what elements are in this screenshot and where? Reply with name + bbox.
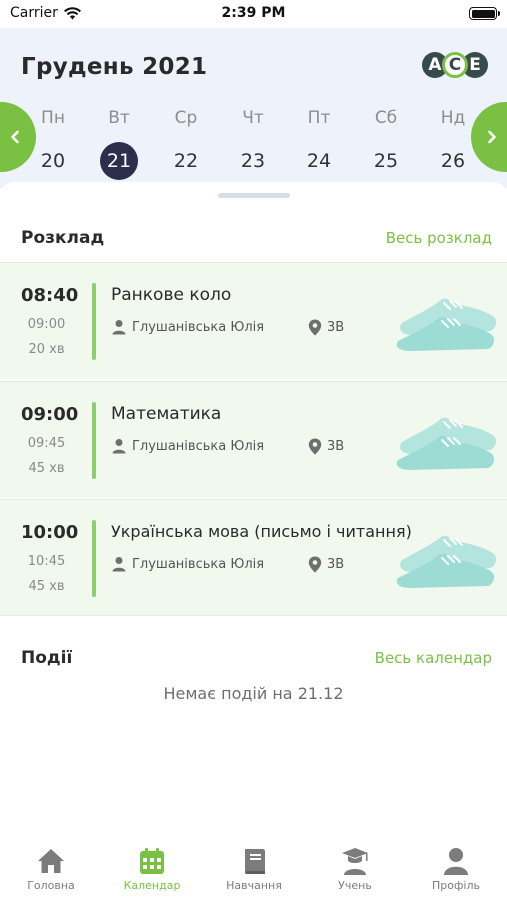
tab-label: Головна	[27, 879, 75, 892]
day-name: Ср	[174, 108, 198, 128]
day-sat[interactable]: Сб 25	[353, 106, 419, 180]
schedule-header: Розклад Весь розклад	[21, 228, 492, 248]
person-icon	[112, 439, 126, 454]
day-date: 24	[306, 150, 332, 172]
tab-profile[interactable]: Профіль	[411, 846, 501, 892]
events-title: Події	[21, 648, 73, 668]
lesson-room: 3В	[308, 556, 344, 573]
tab-home[interactable]: Головна	[6, 846, 96, 892]
month-title: Грудень 2021	[21, 54, 208, 80]
lesson-room: 3В	[308, 319, 344, 336]
day-sun[interactable]: Нд 26	[420, 106, 486, 180]
status-time: 2:39 PM	[221, 5, 286, 21]
calendar-icon	[140, 848, 164, 874]
room-name: 3В	[327, 557, 345, 572]
day-date: 25	[373, 150, 399, 172]
day-name: Пт	[307, 108, 331, 128]
lesson-teacher: Глушанівська Юлія	[111, 556, 264, 572]
profile-icon	[444, 848, 468, 875]
teacher-name: Глушанівська Юлія	[132, 319, 265, 335]
lesson-start: 09:00	[21, 404, 79, 425]
person-icon	[112, 557, 126, 572]
lesson-start: 08:40	[21, 285, 79, 306]
tab-bar: Головна Календар Навчання Учень Профіль	[0, 838, 507, 900]
day-tue[interactable]: Вт 21	[86, 106, 152, 180]
student-icon	[342, 848, 368, 875]
location-pin-icon	[308, 556, 322, 573]
sneakers-icon	[396, 417, 497, 470]
week-strip: Пн 20 Вт 21 Ср 22 Чт 23 Пт 24 Сб 25 Нд 2…	[20, 106, 487, 180]
tab-student[interactable]: Учень	[310, 846, 400, 892]
events-header: Події Весь календар	[21, 648, 492, 668]
tab-label: Профіль	[432, 879, 480, 892]
lesson-divider	[92, 402, 96, 479]
tab-calendar[interactable]: Календар	[107, 846, 197, 892]
person-icon	[112, 320, 126, 335]
all-schedule-link[interactable]: Весь розклад	[386, 229, 492, 247]
battery-icon	[469, 7, 500, 20]
location-pin-icon	[308, 319, 322, 336]
home-icon	[38, 849, 64, 873]
day-date: 23	[240, 150, 266, 172]
room-name: 3В	[327, 320, 345, 335]
tab-label: Навчання	[226, 879, 282, 892]
day-name: Вт	[108, 108, 130, 128]
day-date: 26	[440, 150, 466, 172]
status-bar: Carrier 2:39 PM	[0, 0, 507, 28]
day-wed[interactable]: Ср 22	[153, 106, 219, 180]
lesson-room: 3В	[308, 438, 344, 455]
tab-label: Календар	[123, 879, 181, 892]
lesson-subject: Українська мова (письмо і читання)	[111, 522, 412, 541]
day-date-selected: 21	[100, 142, 138, 180]
lesson-duration: 45 хв	[28, 461, 65, 476]
ace-logo: A C E	[422, 50, 488, 80]
lesson-card[interactable]: 09:00 09:45 45 хв Математика Глушанівськ…	[0, 381, 507, 498]
teacher-name: Глушанівська Юлія	[132, 556, 265, 572]
day-fri[interactable]: Пт 24	[286, 106, 352, 180]
lesson-divider	[92, 520, 96, 597]
tab-learning[interactable]: Навчання	[209, 846, 299, 892]
room-name: 3В	[327, 439, 345, 454]
day-date: 22	[173, 150, 199, 172]
day-name: Чт	[242, 108, 264, 128]
all-calendar-link[interactable]: Весь календар	[375, 649, 492, 667]
sneakers-icon	[396, 298, 497, 351]
day-thu[interactable]: Чт 23	[220, 106, 286, 180]
day-date: 20	[40, 150, 66, 172]
lesson-end: 09:45	[27, 436, 66, 451]
chevron-right-icon	[488, 130, 496, 144]
day-name: Сб	[374, 108, 398, 128]
lesson-end: 09:00	[27, 317, 66, 332]
location-pin-icon	[308, 438, 322, 455]
lesson-teacher: Глушанівська Юлія	[111, 319, 264, 335]
day-name: Нд	[440, 108, 466, 128]
lesson-subject: Математика	[111, 404, 222, 424]
day-name: Пн	[41, 108, 65, 128]
lesson-subject: Ранкове коло	[111, 285, 232, 305]
lesson-card[interactable]: 08:40 09:00 20 хв Ранкове коло Глушанівс…	[0, 262, 507, 379]
day-mon[interactable]: Пн 20	[20, 106, 86, 180]
logo-letter-c: C	[442, 52, 468, 78]
lesson-card[interactable]: 10:00 10:45 45 хв Українська мова (письм…	[0, 499, 507, 616]
tab-label: Учень	[338, 879, 372, 892]
sheet-handle[interactable]	[218, 193, 290, 198]
sheet-top	[0, 182, 507, 202]
lesson-teacher: Глушанівська Юлія	[111, 438, 264, 454]
book-icon	[245, 849, 265, 874]
lesson-start: 10:00	[21, 522, 79, 543]
no-events-message: Немає подій на 21.12	[163, 684, 344, 703]
lesson-divider	[92, 283, 96, 360]
lesson-end: 10:45	[27, 554, 66, 569]
lesson-duration: 20 хв	[28, 342, 65, 357]
schedule-title: Розклад	[21, 228, 105, 248]
teacher-name: Глушанівська Юлія	[132, 438, 265, 454]
lesson-duration: 45 хв	[28, 579, 65, 594]
calendar-header: Грудень 2021 A C E Пн 20 Вт 21 Ср 22 Чт …	[0, 28, 507, 188]
